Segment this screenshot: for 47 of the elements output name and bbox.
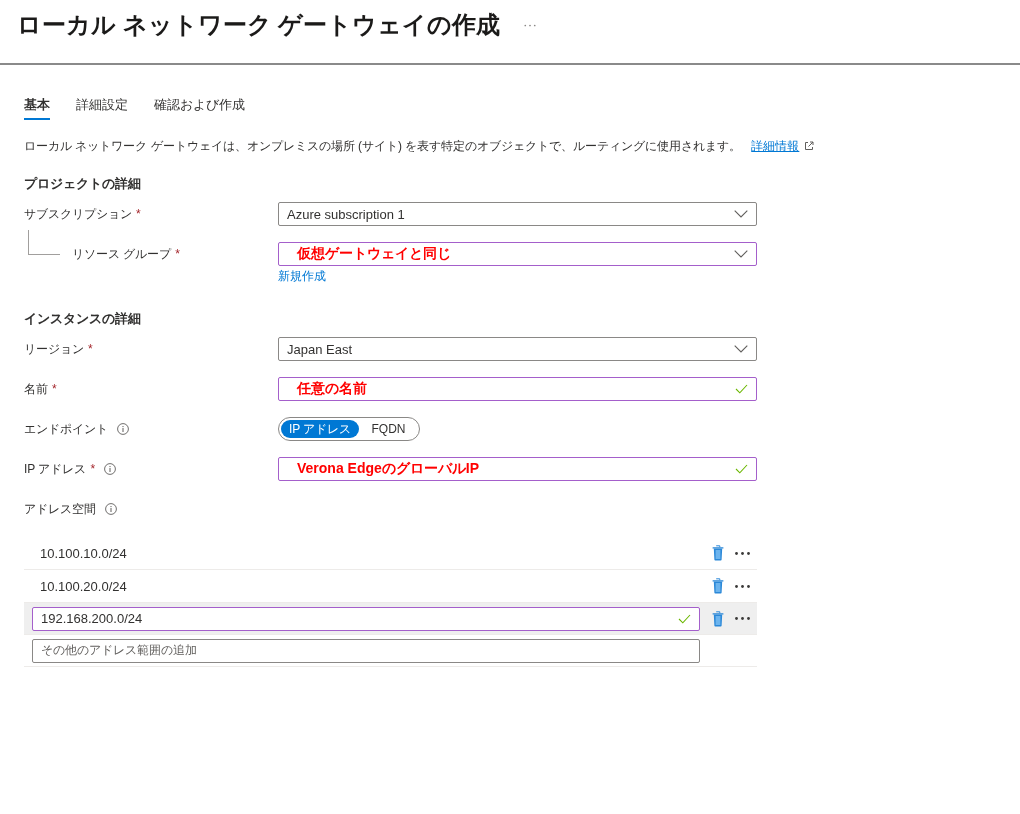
field-label: リージョン	[24, 340, 84, 358]
required-mark: *	[90, 462, 96, 476]
tab[interactable]: 基本	[24, 96, 50, 120]
address-text: 10.100.10.0/24	[39, 545, 128, 561]
text-field[interactable]: 任意の名前	[278, 377, 757, 401]
toggle-option[interactable]: IP アドレス	[281, 420, 360, 438]
dropdown[interactable]: Japan East	[278, 337, 757, 361]
info-icon[interactable]	[104, 463, 117, 475]
chevron-down-icon[interactable]	[734, 345, 748, 353]
required-mark: *	[52, 382, 57, 396]
required-mark: *	[88, 342, 93, 356]
description-text: ローカル ネットワーク ゲートウェイは、オンプレミスの場所 (サイト) を表す特定のオブジェクトで、ルーティングに使用されます。	[24, 138, 742, 154]
create-new-link[interactable]: 新規作成	[278, 268, 326, 284]
dropdown[interactable]: Azure subscription 1	[278, 202, 757, 226]
address-field[interactable]: 192.168.200.0/24	[32, 606, 700, 631]
field-label: サブスクリプション	[24, 205, 132, 223]
field-label: 名前	[24, 380, 48, 398]
address-row[interactable]: 192.168.200.0/24	[24, 603, 757, 635]
dropdown[interactable]: 仮想ゲートウェイと同じ	[278, 242, 757, 266]
page-title: ローカル ネットワーク ゲートウェイの作成	[17, 10, 501, 40]
required-mark: *	[175, 247, 180, 261]
field-label: IP アドレス	[24, 460, 87, 478]
field-label: アドレス空間	[24, 500, 96, 518]
more-icon[interactable]	[735, 551, 750, 555]
trash-icon[interactable]	[712, 610, 724, 627]
toggle-option[interactable]: FQDN	[363, 420, 414, 438]
address-field[interactable]: その他のアドレス範囲の追加	[32, 638, 700, 663]
info-icon[interactable]	[117, 423, 129, 435]
chevron-down-icon[interactable]	[734, 210, 748, 218]
learn-more-link[interactable]: 詳細情報	[751, 138, 815, 154]
section-heading: インスタンスの詳細	[24, 311, 142, 327]
trash-icon[interactable]	[712, 545, 724, 561]
section-heading: プロジェクトの詳細	[24, 176, 142, 192]
address-text: 10.100.20.0/24	[39, 578, 128, 594]
tab[interactable]: 詳細設定	[76, 96, 128, 120]
chevron-down-icon[interactable]	[734, 250, 748, 258]
info-icon[interactable]	[105, 503, 117, 515]
trash-icon[interactable]	[712, 578, 724, 594]
required-mark: *	[136, 207, 141, 221]
text-field[interactable]: Verona EdgeのグローバルIP	[278, 457, 757, 481]
more-icon[interactable]	[735, 617, 750, 620]
tab[interactable]: 確認および作成	[154, 96, 245, 120]
more-icon[interactable]	[735, 584, 750, 588]
tree-connector	[28, 230, 60, 255]
external-link-icon	[804, 141, 815, 151]
field-label: リソース グループ	[72, 245, 172, 263]
field-label: エンドポイント	[24, 420, 108, 438]
